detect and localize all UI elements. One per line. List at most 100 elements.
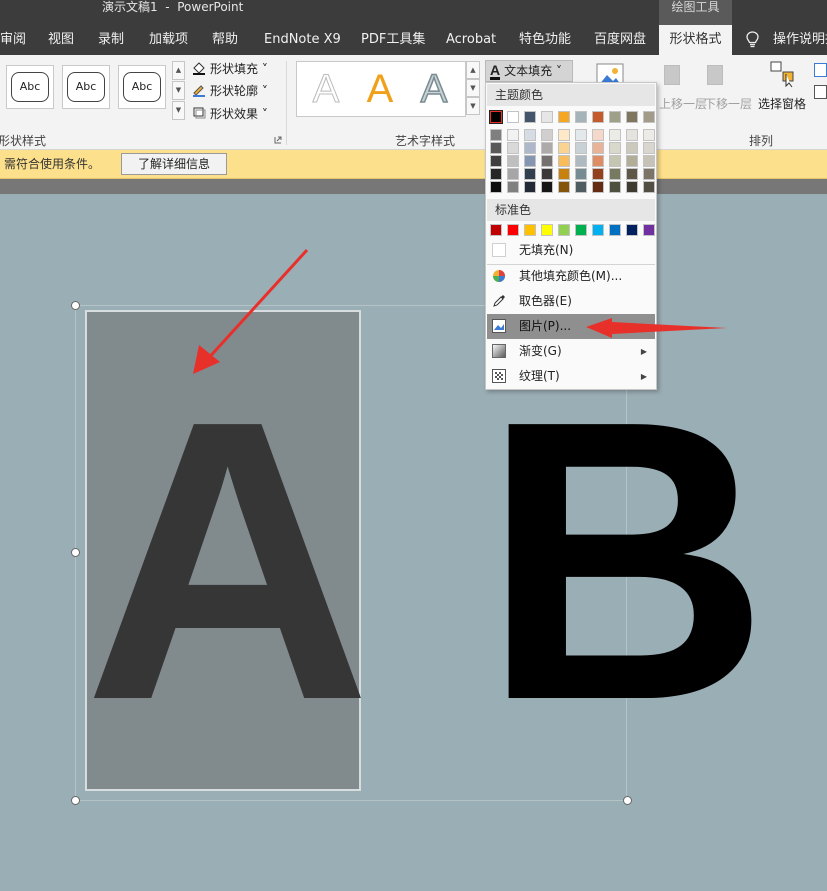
- theme-shade-swatch[interactable]: [609, 155, 621, 167]
- standard-color-swatch[interactable]: [643, 224, 655, 236]
- shape-fill-button[interactable]: 形状填充 ˅: [192, 59, 268, 79]
- standard-color-swatch[interactable]: [524, 224, 536, 236]
- theme-shade-swatch[interactable]: [575, 142, 587, 154]
- tab-features[interactable]: 特色功能: [519, 25, 571, 55]
- resize-handle-middle-left[interactable]: [71, 548, 80, 557]
- theme-shade-swatch[interactable]: [643, 129, 655, 141]
- tab-review[interactable]: 审阅: [0, 25, 26, 55]
- eyedropper-item[interactable]: 取色器(E): [487, 289, 655, 314]
- theme-shade-swatch[interactable]: [490, 168, 502, 180]
- theme-shade-swatch[interactable]: [490, 155, 502, 167]
- theme-shade-swatch[interactable]: [592, 168, 604, 180]
- theme-shade-swatch[interactable]: [643, 155, 655, 167]
- theme-shade-swatch[interactable]: [626, 181, 638, 193]
- theme-color-swatch[interactable]: [626, 111, 638, 123]
- theme-shade-swatch[interactable]: [507, 129, 519, 141]
- theme-color-swatch[interactable]: [489, 110, 503, 124]
- wordart-style-white[interactable]: A: [301, 66, 351, 112]
- tab-acrobat[interactable]: Acrobat: [446, 25, 496, 55]
- tab-record[interactable]: 录制: [98, 25, 124, 55]
- resize-handle-top-left[interactable]: [71, 301, 80, 310]
- gallery-more-icon[interactable]: ▼: [466, 97, 480, 115]
- more-fill-colors-item[interactable]: 其他填充颜色(M)...: [487, 264, 655, 289]
- shape-outline-button[interactable]: 形状轮廓 ˅: [192, 81, 268, 101]
- theme-shade-swatch[interactable]: [524, 142, 536, 154]
- theme-shade-swatch[interactable]: [575, 181, 587, 193]
- standard-color-swatch[interactable]: [592, 224, 604, 236]
- tab-pdf-tools[interactable]: PDF工具集: [361, 25, 425, 55]
- theme-color-swatch[interactable]: [524, 111, 536, 123]
- theme-color-swatch[interactable]: [575, 111, 587, 123]
- theme-shade-swatch[interactable]: [507, 168, 519, 180]
- theme-shade-swatch[interactable]: [609, 142, 621, 154]
- texture-item[interactable]: 纹理(T) ▶: [487, 364, 655, 389]
- tab-shape-format[interactable]: 形状格式: [659, 25, 732, 55]
- theme-shade-swatch[interactable]: [609, 181, 621, 193]
- scroll-down-icon[interactable]: ▼: [172, 81, 185, 100]
- slide-canvas[interactable]: A B: [0, 194, 827, 891]
- theme-shade-swatch[interactable]: [592, 155, 604, 167]
- tab-addins[interactable]: 加载项: [149, 25, 188, 55]
- theme-shade-swatch[interactable]: [541, 181, 553, 193]
- shape-style-1[interactable]: Abc: [6, 65, 54, 109]
- theme-shade-swatch[interactable]: [626, 129, 638, 141]
- theme-shade-swatch[interactable]: [524, 168, 536, 180]
- tell-me-search[interactable]: 操作说明搜: [773, 25, 827, 55]
- standard-color-swatch[interactable]: [575, 224, 587, 236]
- bring-forward-label[interactable]: 上移一层: [659, 95, 707, 112]
- resize-handle-bottom-right[interactable]: [623, 796, 632, 805]
- resize-handle-bottom-left[interactable]: [71, 796, 80, 805]
- theme-shade-swatch[interactable]: [575, 155, 587, 167]
- theme-shade-swatch[interactable]: [541, 155, 553, 167]
- no-fill-item[interactable]: 无填充(N): [487, 238, 655, 263]
- theme-shade-swatch[interactable]: [643, 142, 655, 154]
- theme-shade-swatch[interactable]: [490, 142, 502, 154]
- theme-shade-swatch[interactable]: [592, 181, 604, 193]
- text-fill-button[interactable]: A 文本填充 ˅: [485, 60, 573, 82]
- theme-shade-swatch[interactable]: [558, 142, 570, 154]
- standard-color-swatch[interactable]: [490, 224, 502, 236]
- shape-style-2[interactable]: Abc: [62, 65, 110, 109]
- send-backward-label[interactable]: 下移一层: [704, 95, 752, 112]
- theme-shade-swatch[interactable]: [592, 129, 604, 141]
- tab-baidu[interactable]: 百度网盘: [594, 25, 646, 55]
- theme-color-swatch[interactable]: [541, 111, 553, 123]
- theme-color-swatch[interactable]: [592, 111, 604, 123]
- tab-help[interactable]: 帮助: [212, 25, 238, 55]
- theme-shade-swatch[interactable]: [541, 142, 553, 154]
- standard-color-swatch[interactable]: [507, 224, 519, 236]
- letter-a-shape[interactable]: A: [84, 362, 371, 760]
- theme-shade-swatch[interactable]: [490, 129, 502, 141]
- theme-shade-swatch[interactable]: [626, 142, 638, 154]
- standard-color-swatch[interactable]: [541, 224, 553, 236]
- standard-color-swatch[interactable]: [558, 224, 570, 236]
- theme-shade-swatch[interactable]: [490, 181, 502, 193]
- theme-color-swatch[interactable]: [507, 111, 519, 123]
- theme-shade-swatch[interactable]: [643, 181, 655, 193]
- theme-shade-swatch[interactable]: [507, 142, 519, 154]
- scroll-up-icon[interactable]: ▲: [172, 61, 185, 80]
- theme-shade-swatch[interactable]: [524, 129, 536, 141]
- theme-shade-swatch[interactable]: [643, 168, 655, 180]
- theme-shade-swatch[interactable]: [575, 129, 587, 141]
- standard-color-swatch[interactable]: [626, 224, 638, 236]
- scroll-down-icon[interactable]: ▼: [466, 79, 480, 97]
- theme-shade-swatch[interactable]: [524, 155, 536, 167]
- theme-shade-swatch[interactable]: [541, 168, 553, 180]
- theme-shade-swatch[interactable]: [609, 168, 621, 180]
- theme-shade-swatch[interactable]: [558, 181, 570, 193]
- theme-shade-swatch[interactable]: [609, 129, 621, 141]
- shape-effects-button[interactable]: 形状效果 ˅: [192, 104, 268, 124]
- selection-pane-label[interactable]: 选择窗格: [758, 95, 806, 112]
- learn-more-button[interactable]: 了解详细信息: [121, 153, 227, 175]
- theme-shade-swatch[interactable]: [558, 129, 570, 141]
- theme-color-swatch[interactable]: [609, 111, 621, 123]
- theme-color-swatch[interactable]: [558, 111, 570, 123]
- letter-b-shape[interactable]: B: [482, 362, 769, 760]
- theme-shade-swatch[interactable]: [626, 168, 638, 180]
- theme-color-swatch[interactable]: [643, 111, 655, 123]
- theme-shade-swatch[interactable]: [558, 155, 570, 167]
- wordart-style-orange[interactable]: A: [355, 66, 405, 112]
- tab-view[interactable]: 视图: [48, 25, 74, 55]
- tab-endnote[interactable]: EndNote X9: [264, 25, 341, 55]
